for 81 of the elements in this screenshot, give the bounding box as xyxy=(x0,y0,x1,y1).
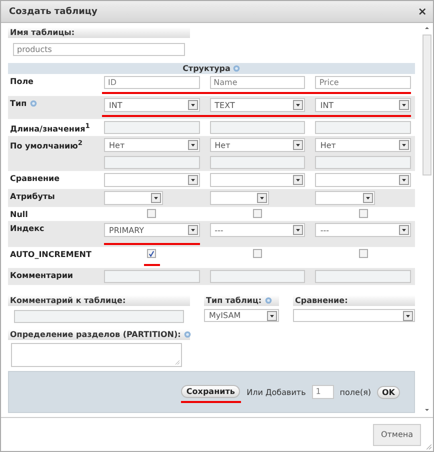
row-label: AUTO_INCREMENT xyxy=(10,250,92,259)
dropdown[interactable]: Нет xyxy=(315,138,411,152)
window-title: Создать таблицу xyxy=(9,6,98,16)
dropdown[interactable]: --- xyxy=(210,223,306,237)
checkbox[interactable] xyxy=(147,209,156,218)
dropdown[interactable] xyxy=(210,173,306,187)
caret-icon xyxy=(362,193,373,203)
caret-icon xyxy=(188,175,198,185)
caret-icon xyxy=(267,310,277,320)
caret-icon xyxy=(398,100,409,110)
add-label: Или Добавить xyxy=(246,388,306,396)
text-field[interactable] xyxy=(104,121,200,134)
row-label: Комментарии xyxy=(10,271,74,280)
caret-icon xyxy=(151,193,162,203)
dropdown[interactable]: INT xyxy=(104,98,200,112)
dropdown[interactable] xyxy=(293,309,415,322)
resize-grip-icon xyxy=(175,360,180,365)
dropdown[interactable]: MyISAM xyxy=(204,309,279,322)
dropdown[interactable]: INT xyxy=(315,98,411,112)
checkbox[interactable] xyxy=(358,249,368,258)
text-field[interactable] xyxy=(315,270,411,283)
section-header: Сравнение: xyxy=(293,295,415,306)
caret-icon xyxy=(398,140,409,150)
dropdown[interactable]: PRIMARY xyxy=(104,223,200,237)
caret-icon xyxy=(256,193,267,203)
count-field[interactable]: 1 xyxy=(312,385,334,399)
dropdown[interactable] xyxy=(315,173,411,187)
text-field[interactable]: Name xyxy=(210,76,306,89)
dropdown[interactable]: TEXT xyxy=(210,98,306,112)
text-field[interactable] xyxy=(14,310,184,323)
resize-grip-icon xyxy=(426,444,432,450)
row-label: Тип xyxy=(10,99,27,108)
checkbox[interactable] xyxy=(358,209,368,218)
dropdown[interactable] xyxy=(104,173,200,187)
text-field[interactable]: ID xyxy=(104,76,200,89)
text-field[interactable] xyxy=(104,156,200,169)
text-field[interactable] xyxy=(210,121,306,134)
caret-icon xyxy=(188,225,198,235)
text-area[interactable] xyxy=(11,343,182,367)
text-field[interactable] xyxy=(315,121,411,134)
section-title: Структура xyxy=(182,64,230,73)
close-button[interactable]: × xyxy=(418,5,427,18)
cancel-button[interactable]: Отмена xyxy=(373,424,421,446)
caret-icon xyxy=(293,225,304,235)
text-field[interactable] xyxy=(210,156,306,169)
caret-icon xyxy=(188,100,198,110)
row-label: Атрибуты xyxy=(10,192,55,201)
dropdown[interactable]: --- xyxy=(315,223,411,237)
checkbox[interactable] xyxy=(252,249,262,258)
dropdown[interactable]: Нет xyxy=(104,138,200,152)
dropdown[interactable]: Нет xyxy=(210,138,306,152)
section-header: Комментарий к таблице: xyxy=(8,295,190,306)
fields-label: поле(я) xyxy=(340,388,371,396)
dropdown[interactable] xyxy=(104,191,164,205)
text-field[interactable] xyxy=(315,156,411,169)
checkbox[interactable] xyxy=(252,209,262,218)
section-title: Тип таблиц: xyxy=(206,296,262,305)
row-label: Сравнение xyxy=(10,174,60,183)
caret-icon xyxy=(398,225,409,235)
section-header: Имя таблицы: xyxy=(8,27,190,38)
caret-icon xyxy=(293,100,304,110)
section-title: Определение разделов (PARTITION): xyxy=(10,330,181,339)
row-label: Null xyxy=(10,210,28,219)
text-field[interactable]: products xyxy=(13,43,185,56)
ok-button[interactable]: OK xyxy=(377,386,400,398)
row-label: Длина/значения$^{1}$ xyxy=(10,122,90,134)
dropdown[interactable] xyxy=(210,191,269,205)
row-label: По умолчанию$^{2}$ xyxy=(10,139,83,151)
row-label: Индекс xyxy=(10,224,44,233)
dropdown[interactable] xyxy=(315,191,375,205)
caret-icon xyxy=(398,175,409,185)
caret-icon xyxy=(403,310,413,320)
text-field[interactable] xyxy=(104,270,200,283)
text-field[interactable] xyxy=(210,270,306,283)
caret-icon xyxy=(293,175,304,185)
caret-icon xyxy=(293,140,304,150)
checkbox[interactable] xyxy=(147,249,156,258)
caret-icon xyxy=(188,140,198,150)
text-field[interactable]: Price xyxy=(315,76,411,89)
row-label: Поле xyxy=(10,77,34,86)
save-button[interactable]: Сохранить xyxy=(181,385,240,398)
